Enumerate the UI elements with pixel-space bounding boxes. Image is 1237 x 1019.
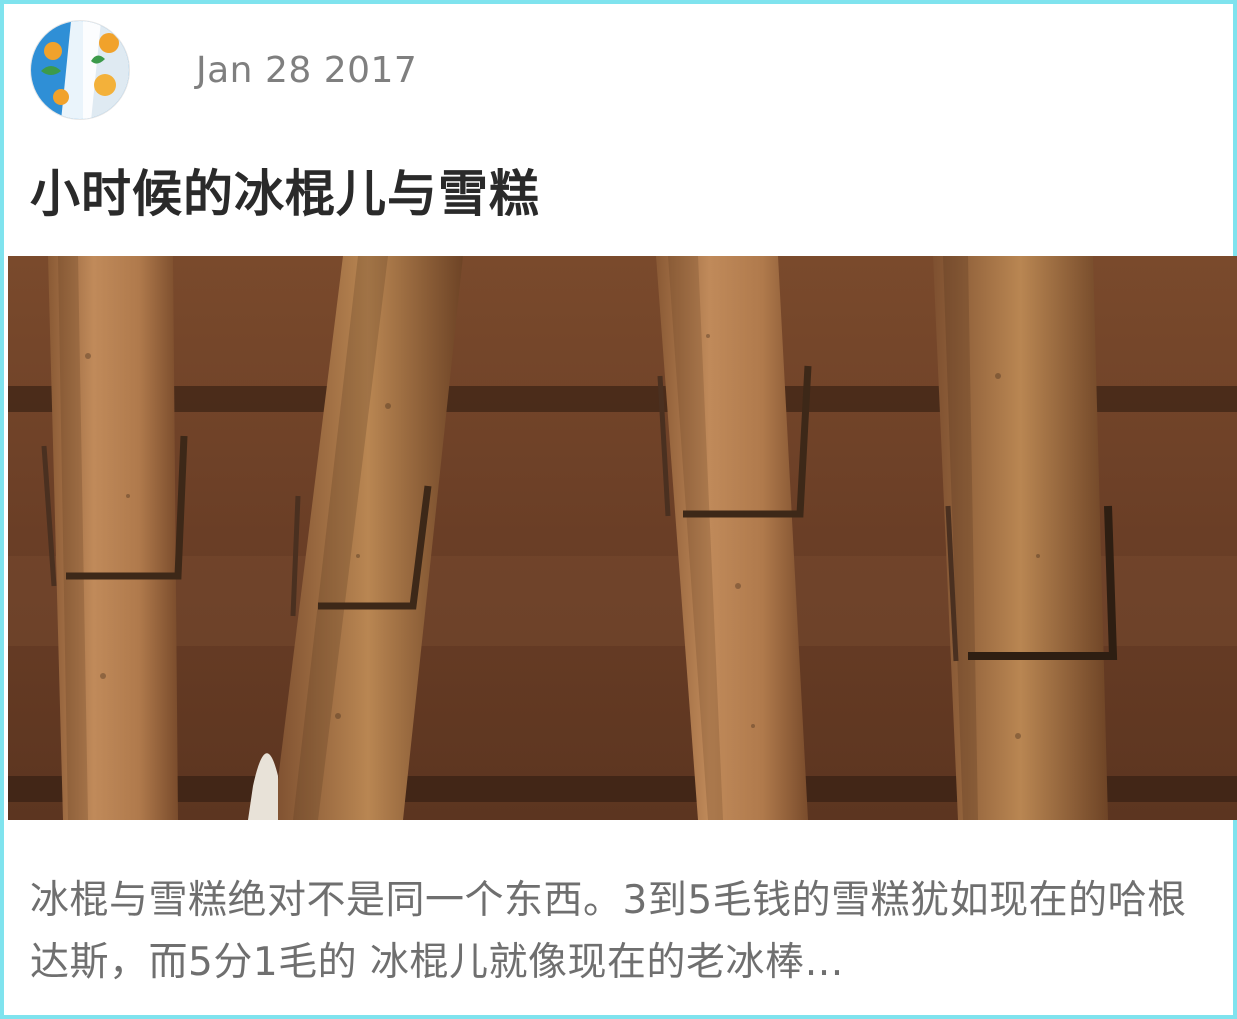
cover-image[interactable]: [8, 256, 1237, 820]
wooden-clothespins-photo: [8, 256, 1237, 820]
post-header: Jan 28 2017: [30, 20, 630, 120]
post-date: Jan 28 2017: [196, 50, 418, 91]
post-excerpt: 冰棍与雪糕绝对不是同一个东西。3到5毛钱的雪糕犹如现在的哈根达斯，而5分1毛的 …: [30, 878, 1187, 985]
post-title[interactable]: 小时候的冰棍儿与雪糕: [30, 154, 540, 226]
avatar-image: [31, 21, 129, 119]
post-card[interactable]: Jan 28 2017 小时候的冰棍儿与雪糕 冰棍与雪糕绝对不是同一个东西。3到…: [0, 0, 1237, 1019]
author-avatar[interactable]: [30, 20, 130, 120]
